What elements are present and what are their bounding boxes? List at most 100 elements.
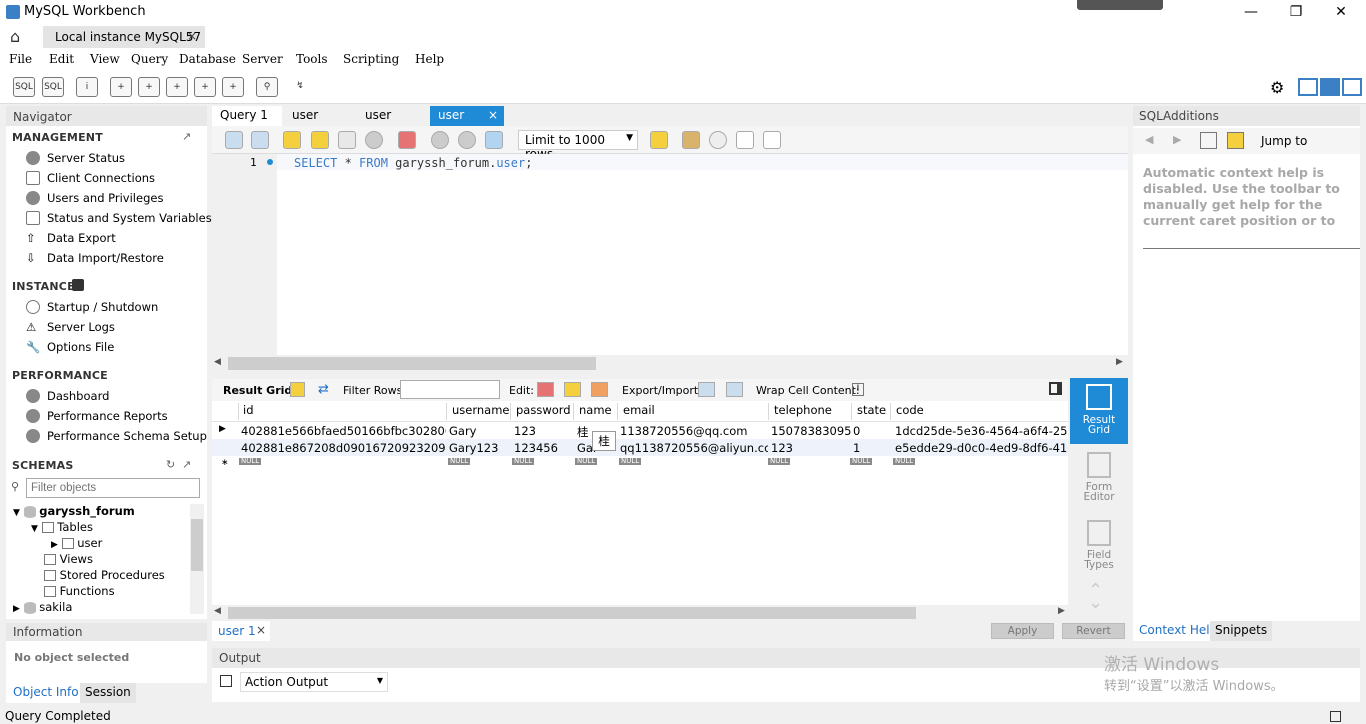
tab-user-1[interactable]: user <box>284 106 354 126</box>
close-tab-icon[interactable]: × <box>256 623 266 637</box>
limit-rows-select[interactable]: Limit to 1000 rows▼ <box>518 130 638 161</box>
minimize-button[interactable]: — <box>1236 4 1266 20</box>
toggle-sidebar-icon[interactable] <box>1298 78 1318 96</box>
close-window-button[interactable]: ✕ <box>1326 4 1356 20</box>
tab-user-2[interactable]: user <box>357 106 427 126</box>
column-header-telephone[interactable]: telephone <box>770 403 852 420</box>
filter-objects-input[interactable] <box>26 478 200 498</box>
column-header-username[interactable]: username <box>448 403 511 420</box>
cell-password[interactable]: 123 <box>514 424 574 438</box>
edit-row-icon[interactable] <box>537 382 554 397</box>
tab-session[interactable]: Session <box>80 683 136 703</box>
menu-help[interactable]: Help <box>415 52 444 66</box>
toggle-error-icon[interactable] <box>398 131 416 149</box>
connection-tab[interactable]: Local instance MySQL57 × <box>43 26 205 48</box>
menu-database[interactable]: Database <box>179 52 236 66</box>
add-snippet-icon[interactable] <box>650 131 668 149</box>
commit-icon[interactable] <box>431 131 449 149</box>
home-icon[interactable]: ⌂ <box>10 27 20 46</box>
table-row[interactable]: ▶ 402881e566bfaed50166bfbc30280000 Gary … <box>212 422 1068 439</box>
new-sql-tab-icon[interactable]: SQL <box>13 77 35 97</box>
search-table-data-icon[interactable]: ⚲ <box>256 77 278 97</box>
tree-table-user[interactable]: ▶ user <box>51 536 102 550</box>
inspector-icon[interactable]: i <box>76 77 98 97</box>
scrollbar-thumb[interactable] <box>228 357 596 370</box>
collapse-arrow-icon[interactable]: ▼ <box>31 524 38 534</box>
reconnect-icon[interactable]: ↯ <box>289 77 311 97</box>
export-icon[interactable] <box>698 382 715 397</box>
insert-row-icon[interactable] <box>564 382 581 397</box>
cell-id[interactable]: 402881e867208d0901672092320900 01 <box>241 441 446 455</box>
menu-scripting[interactable]: Scripting <box>343 52 399 66</box>
create-procedure-icon[interactable]: + <box>194 77 216 97</box>
settings-gear-icon[interactable]: ⚙ <box>1270 78 1284 97</box>
action-output-select[interactable]: Action Output ▼ <box>240 672 388 692</box>
cell-state[interactable]: 1 <box>853 441 891 455</box>
scroll-right-icon[interactable]: ▶ <box>1058 606 1065 616</box>
cell-password[interactable]: 123456 <box>514 441 574 455</box>
status-panel-icon[interactable] <box>1330 711 1341 722</box>
scroll-left-icon[interactable]: ◀ <box>214 357 221 367</box>
rollback-icon[interactable] <box>458 131 476 149</box>
invisible-chars-icon[interactable] <box>736 131 754 149</box>
sql-editor[interactable]: 1 SELECT * FROM garyssh_forum.user; <box>212 154 1128 355</box>
toggle-panel-icon[interactable] <box>1049 382 1062 395</box>
cell-telephone[interactable]: 15078383095 <box>771 424 851 438</box>
forward-icon[interactable]: ▶ <box>1173 133 1181 146</box>
cell-code[interactable]: e5edde29-d0c0-4ed9-8df6-41846cb <box>895 441 1067 455</box>
tab-object-info[interactable]: Object Info <box>6 683 86 703</box>
schema-sakila[interactable]: ▶ sakila <box>13 600 72 614</box>
cell-username[interactable]: Gary <box>449 424 511 438</box>
beautify-icon[interactable] <box>682 131 700 149</box>
apply-button[interactable]: Apply <box>991 623 1054 639</box>
editor-horizontal-scrollbar[interactable]: ◀ ▶ <box>212 355 1128 373</box>
create-function-icon[interactable]: + <box>222 77 244 97</box>
scroll-chevrons-icon[interactable]: ⌃ ⌄ <box>1088 582 1103 612</box>
result-grid-label[interactable]: Result Grid <box>223 384 292 397</box>
revert-button[interactable]: Revert <box>1062 623 1125 639</box>
scroll-left-icon[interactable]: ◀ <box>214 606 221 616</box>
sql-statement[interactable]: SELECT * FROM garyssh_forum.user; <box>294 156 532 170</box>
import-icon[interactable] <box>726 382 743 397</box>
field-types-side-button[interactable]: Field Types <box>1070 520 1128 570</box>
expand-arrow-icon[interactable]: ▶ <box>13 604 20 614</box>
create-table-icon[interactable]: + <box>138 77 160 97</box>
stop-icon[interactable] <box>365 131 383 149</box>
cell-state[interactable]: 0 <box>853 424 891 438</box>
delete-row-icon[interactable] <box>591 382 608 397</box>
result-grid-side-button[interactable]: Result Grid <box>1070 378 1128 444</box>
collapse-arrow-icon[interactable]: ▼ <box>13 508 20 518</box>
wrap-cell-icon[interactable]: I <box>852 383 864 396</box>
create-schema-icon[interactable]: + <box>110 77 132 97</box>
tab-query-1[interactable]: Query 1 <box>212 106 282 126</box>
execute-lightning-icon[interactable] <box>283 131 301 149</box>
autocommit-icon[interactable] <box>485 131 503 149</box>
menu-tools[interactable]: Tools <box>296 52 328 66</box>
new-row[interactable]: ∗ NULL NULL NULL NULL NULL NULL NULL NUL… <box>212 456 1068 470</box>
tree-stored-procedures[interactable]: Stored Procedures <box>44 568 165 582</box>
manual-help-icon[interactable] <box>1200 132 1217 149</box>
column-header-name[interactable]: name <box>575 403 618 420</box>
auto-help-icon[interactable] <box>1227 132 1244 149</box>
schema-garyssh-forum[interactable]: ▼ garyssh_forum <box>13 504 135 518</box>
open-sql-script-icon[interactable]: SQL <box>42 77 64 97</box>
refresh-schemas-icon[interactable]: ↻ <box>166 458 175 471</box>
scrollbar-thumb[interactable] <box>191 519 203 571</box>
cell-code[interactable]: 1dcd25de-5e36-4564-a6f4-25bbf532 <box>895 424 1067 438</box>
expand-icon[interactable]: ↗ <box>182 130 191 143</box>
cell-email[interactable]: qq1138720556@aliyun.com <box>620 441 768 455</box>
jump-to-select[interactable]: Jump to <box>1261 134 1307 148</box>
execute-current-icon[interactable] <box>311 131 329 149</box>
output-toggle-icon[interactable] <box>220 675 232 687</box>
cell-id[interactable]: 402881e566bfaed50166bfbc30280000 <box>241 424 446 438</box>
grid-horizontal-scrollbar[interactable]: ◀ ▶ <box>212 605 1068 621</box>
menu-server[interactable]: Server <box>242 52 283 66</box>
back-icon[interactable]: ◀ <box>1145 133 1153 146</box>
tab-user-3[interactable]: user × <box>430 106 504 126</box>
close-tab-icon[interactable]: × <box>187 29 197 43</box>
column-header-password[interactable]: password <box>512 403 574 420</box>
tree-views[interactable]: Views <box>44 552 93 566</box>
expand-schemas-icon[interactable]: ↗ <box>182 458 191 471</box>
toggle-secondary-sidebar-icon[interactable] <box>1342 78 1362 96</box>
explain-icon[interactable] <box>338 131 356 149</box>
